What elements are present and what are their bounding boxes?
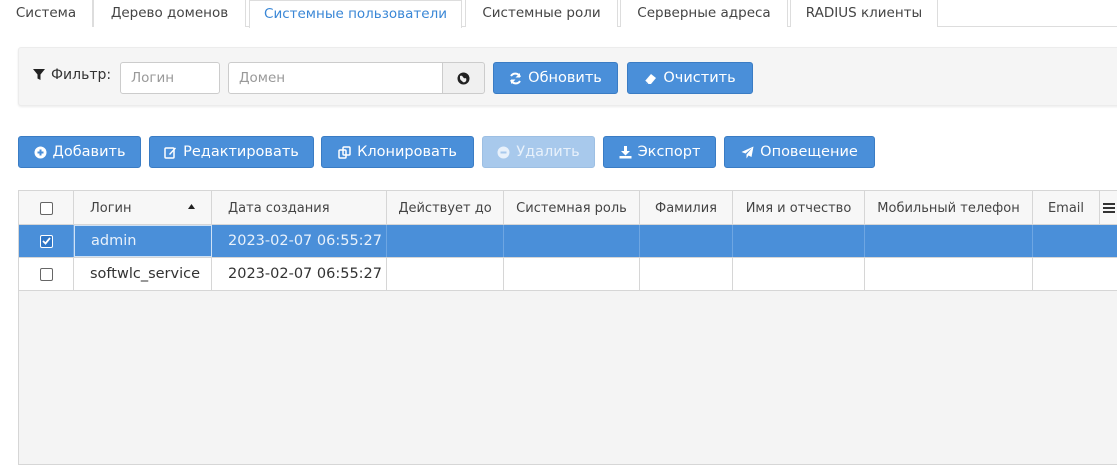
column-header-login[interactable]: Логин	[74, 191, 212, 225]
row-checkbox[interactable]	[39, 267, 53, 281]
cell-login[interactable]: admin	[74, 225, 212, 257]
refresh-button-label: Обновить	[528, 70, 602, 86]
cell-first-name	[733, 225, 865, 257]
cell-created: 2023-02-07 06:55:27	[212, 225, 387, 257]
tab-domain-tree[interactable]: Дерево доменов	[93, 0, 246, 27]
cell-last-name	[640, 225, 733, 257]
minus-circle-icon	[497, 146, 510, 158]
cell-email	[1033, 258, 1117, 290]
select-all-checkbox[interactable]	[39, 201, 53, 215]
export-button-label: Экспорт	[637, 144, 701, 160]
table-header: Логин Дата создания Действует до Системн…	[19, 191, 1117, 225]
domain-filter-input[interactable]	[228, 62, 443, 94]
clone-button[interactable]: Клонировать	[321, 136, 474, 168]
select-all-cell	[19, 191, 74, 225]
sort-asc-icon	[188, 204, 195, 209]
row-checkbox[interactable]	[39, 234, 53, 248]
refresh-icon	[510, 72, 522, 84]
column-header-created[interactable]: Дата создания	[212, 191, 387, 225]
clone-button-label: Клонировать	[357, 144, 457, 160]
filter-panel: Фильтр: Обновить Очистить	[18, 47, 1117, 106]
cell-created: 2023-02-07 06:55:27	[212, 258, 387, 290]
copy-icon	[338, 145, 351, 159]
column-header-mobile[interactable]: Мобильный телефон	[865, 191, 1033, 225]
cell-first-name	[733, 258, 865, 290]
notify-button[interactable]: Оповещение	[724, 136, 875, 168]
cell-system-role	[504, 225, 640, 257]
column-header-valid-until[interactable]: Действует до	[387, 191, 504, 225]
add-button[interactable]: Добавить	[18, 136, 141, 168]
plus-circle-icon	[34, 146, 46, 158]
eraser-icon	[645, 73, 657, 84]
globe-icon	[457, 72, 470, 84]
delete-button[interactable]: Удалить	[482, 136, 595, 168]
tab-radius-clients[interactable]: RADIUS клиенты	[790, 0, 938, 27]
cell-valid-until	[387, 225, 504, 257]
add-button-label: Добавить	[52, 144, 126, 160]
users-table: Логин Дата создания Действует до Системн…	[18, 190, 1117, 465]
refresh-button[interactable]: Обновить	[493, 62, 618, 94]
cell-system-role	[504, 258, 640, 290]
send-icon	[741, 146, 754, 158]
cell-valid-until	[387, 258, 504, 290]
table-row[interactable]: admin 2023-02-07 06:55:27	[19, 225, 1117, 258]
tab-system-users[interactable]: Системные пользователи	[249, 0, 462, 28]
check-icon	[41, 237, 51, 245]
notify-button-label: Оповещение	[760, 144, 858, 160]
column-header-last-name[interactable]: Фамилия	[640, 191, 733, 225]
domain-select-button[interactable]	[442, 62, 485, 94]
filter-label: Фильтр:	[33, 67, 111, 83]
edit-button[interactable]: Редактировать	[149, 136, 314, 168]
column-header-first-name[interactable]: Имя и отчество	[733, 191, 865, 225]
row-checkbox-cell	[19, 258, 74, 290]
tab-system-roles[interactable]: Системные роли	[465, 0, 618, 27]
clear-button-label: Очистить	[663, 70, 736, 86]
cell-email	[1033, 225, 1117, 257]
cell-mobile	[865, 225, 1033, 257]
filter-label-text: Фильтр:	[51, 67, 112, 83]
menu-icon	[1103, 203, 1115, 213]
column-menu-button[interactable]	[1100, 191, 1117, 225]
tab-system[interactable]: Система	[0, 0, 93, 27]
edit-icon	[164, 146, 177, 159]
table-row[interactable]: softwlc_service 2023-02-07 06:55:27	[19, 258, 1117, 291]
cell-mobile	[865, 258, 1033, 290]
column-header-system-role[interactable]: Системная роль	[504, 191, 640, 225]
edit-button-label: Редактировать	[183, 144, 299, 160]
export-button[interactable]: Экспорт	[603, 136, 716, 168]
clear-button[interactable]: Очистить	[627, 62, 753, 94]
cell-login[interactable]: softwlc_service	[74, 258, 212, 290]
download-icon	[619, 145, 632, 158]
row-checkbox-cell	[19, 225, 74, 257]
column-header-email[interactable]: Email	[1033, 191, 1100, 225]
column-header-login-label: Логин	[90, 200, 132, 216]
filter-icon	[33, 69, 45, 80]
delete-button-label: Удалить	[516, 144, 580, 160]
tab-bar: Система Дерево доменов Системные пользов…	[0, 0, 1117, 28]
tab-server-addresses[interactable]: Серверные адреса	[620, 0, 788, 27]
cell-last-name	[640, 258, 733, 290]
login-filter-input[interactable]	[120, 62, 220, 94]
